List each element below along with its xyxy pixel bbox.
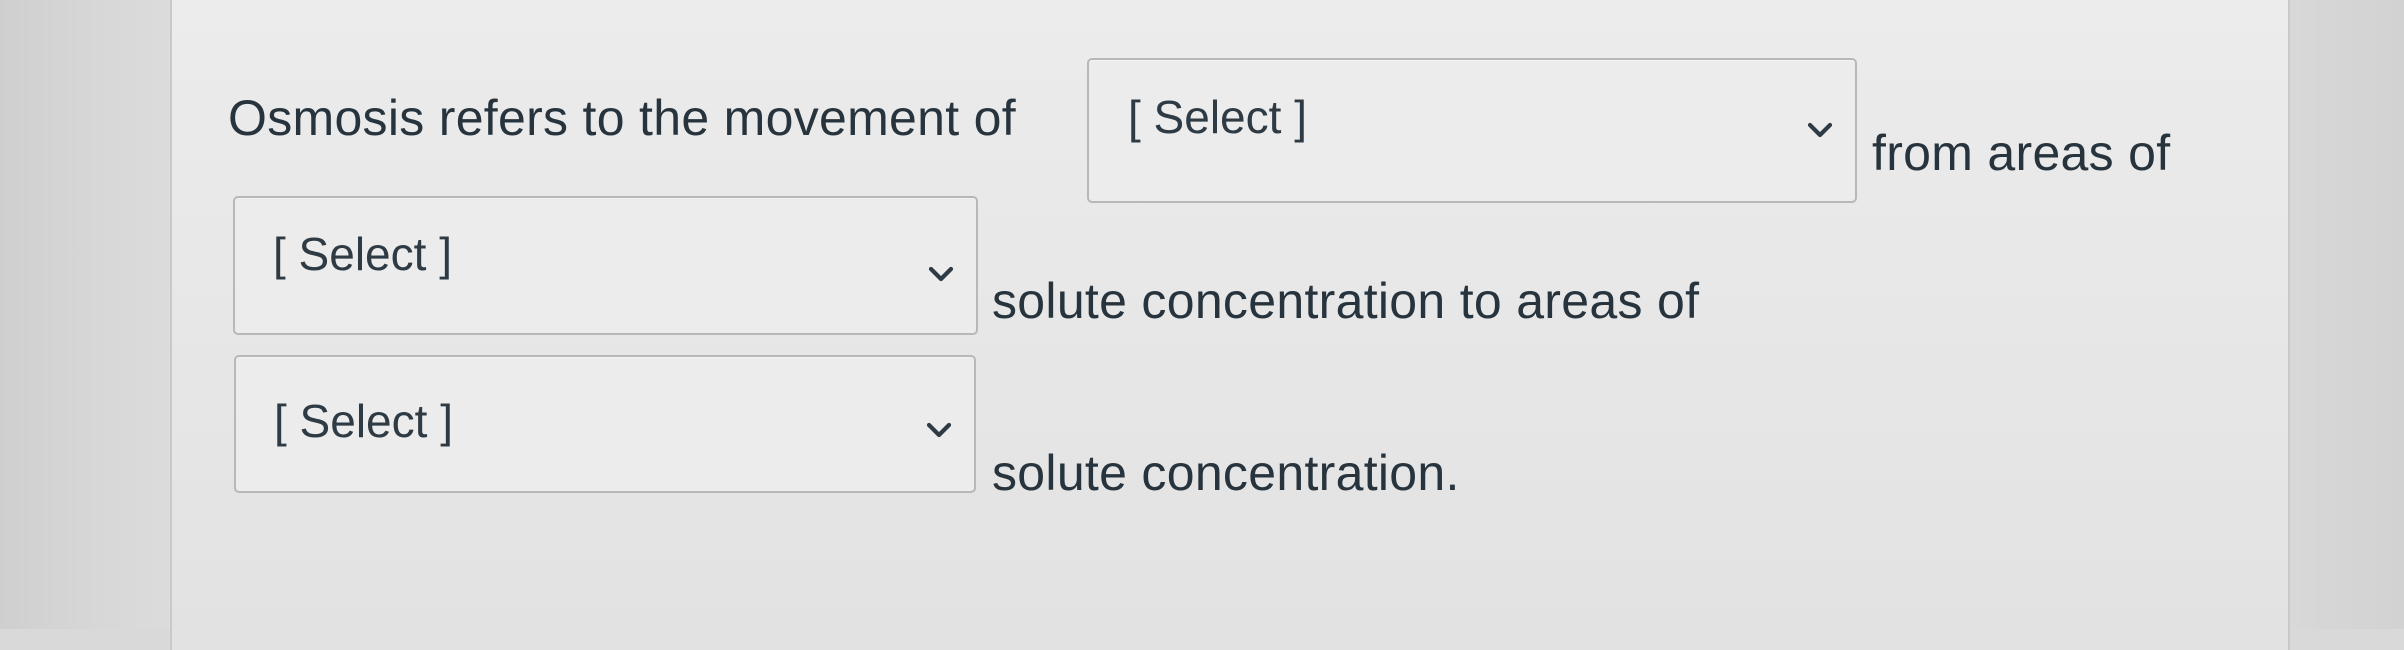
question-panel: Osmosis refers to the movement of [ Sele… [170, 0, 2290, 650]
question-text-part-1: Osmosis refers to the movement of [228, 90, 1016, 146]
blank-1-dropdown[interactable]: [ Select ] [1087, 58, 1857, 203]
blank-2-selected-value: [ Select ] [273, 228, 452, 280]
screen-background: Osmosis refers to the movement of [ Sele… [0, 0, 2404, 650]
blank-3-dropdown[interactable]: [ Select ] [234, 355, 976, 493]
blank-1-selected-value: [ Select ] [1128, 91, 1307, 143]
question-text-part-3: solute concentration to areas of [992, 273, 1700, 329]
chevron-down-icon [926, 421, 952, 439]
question-text-part-2: from areas of [1872, 125, 2171, 181]
blank-3-selected-value: [ Select ] [274, 395, 453, 447]
blank-2-dropdown[interactable]: [ Select ] [233, 196, 978, 335]
chevron-down-icon [928, 265, 954, 283]
question-text-part-4: solute concentration. [992, 445, 1460, 501]
chevron-down-icon [1807, 121, 1833, 139]
